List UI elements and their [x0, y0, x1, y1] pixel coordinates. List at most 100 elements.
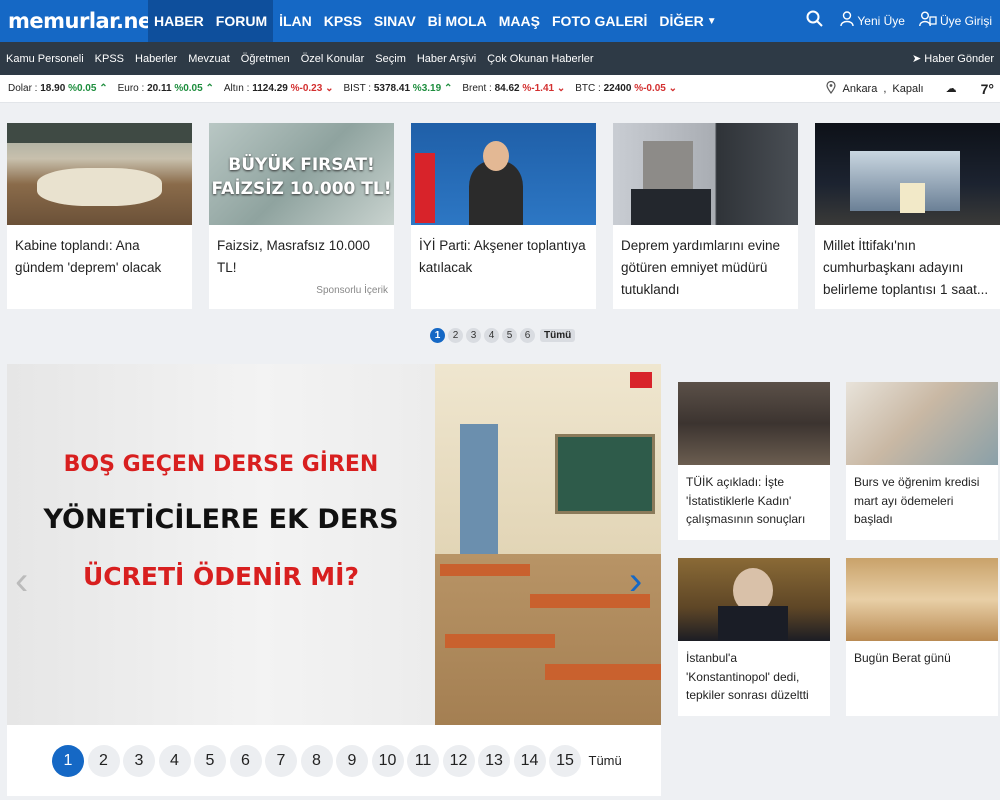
search-icon[interactable]: [806, 10, 824, 32]
page-button[interactable]: 10: [371, 744, 404, 777]
all-pages-button[interactable]: Tümü: [589, 753, 622, 768]
arrow-up-icon: ⌃: [99, 83, 108, 94]
page-button[interactable]: 3: [466, 328, 481, 343]
nav-ilan[interactable]: İLAN: [273, 0, 318, 42]
login-label: Üye Girişi: [939, 14, 992, 28]
subnav-ogretmen[interactable]: Öğretmen: [241, 53, 290, 65]
ticker-euro[interactable]: Euro : 20.11 %0.05 ⌃: [118, 83, 214, 94]
send-news-link[interactable]: ➤ Haber Gönder: [912, 52, 1000, 65]
subnav-cok-okunan[interactable]: Çok Okunan Haberler: [487, 53, 593, 65]
page-button[interactable]: 1: [52, 744, 84, 777]
news-card[interactable]: İYİ Parti: Akşener toplantıya katılacak: [411, 123, 596, 309]
nav-forum[interactable]: FORUM: [209, 0, 274, 42]
nav-sinav[interactable]: SINAV: [368, 0, 422, 42]
ticker-dolar[interactable]: Dolar : 18.90 %0.05 ⌃: [8, 83, 108, 94]
sponsored-label: Sponsorlu İçerik: [316, 285, 388, 296]
subnav-haberler[interactable]: Haberler: [135, 53, 177, 65]
ticker-bist[interactable]: BIST : 5378.41 %3.19 ⌃: [343, 83, 452, 94]
page-button[interactable]: 6: [229, 744, 262, 777]
card-title: Deprem yardımlarını evine götüren emniye…: [621, 238, 781, 297]
news-image-police: [613, 123, 798, 225]
hero-classroom-image: [435, 364, 661, 725]
headline-cards: Kabine toplandı: Ana gündem 'deprem' ola…: [7, 123, 1000, 309]
ticker-change: %0.05: [68, 83, 97, 94]
ticker-btc[interactable]: BTC : 22400 %-0.05 ⌄: [575, 83, 677, 94]
page-button[interactable]: 7: [265, 744, 297, 777]
nav-foto-galeri[interactable]: FOTO GALERİ: [546, 0, 653, 42]
page-button[interactable]: 13: [478, 744, 510, 777]
page-button[interactable]: 6: [520, 328, 535, 343]
ad-line-2: FAİZSİZ 10.000 TL!: [211, 179, 392, 199]
subnav-mevzuat[interactable]: Mevzuat: [188, 53, 230, 65]
weather-condition: Kapalı: [892, 82, 924, 95]
nav-diger[interactable]: DİĞER ▼: [653, 0, 722, 42]
hero-line-3: ÜCRETİ ÖDENİR Mİ?: [83, 562, 359, 591]
send-icon: ➤: [912, 53, 925, 65]
headline-pagination: 1 2 3 4 5 6 Tümü: [430, 328, 576, 343]
nav-bi-mola[interactable]: Bİ MOLA: [422, 0, 493, 42]
news-image-cabinet: [7, 123, 192, 225]
news-image-minister: [678, 558, 830, 641]
hero-line-2: YÖNETİCİLERE EK DERS: [43, 504, 399, 535]
news-image-aksener: [411, 123, 596, 225]
side-news-card[interactable]: Burs ve öğrenim kredisi mart ayı ödemele…: [846, 382, 998, 540]
side-news-title: Bugün Berat günü: [854, 651, 951, 665]
hero-slider[interactable]: BOŞ GEÇEN DERSE GİREN YÖNETİCİLERE EK DE…: [7, 364, 661, 725]
news-card[interactable]: Deprem yardımlarını evine götüren emniye…: [613, 123, 798, 309]
nav-haber[interactable]: HABER: [148, 0, 210, 42]
news-card[interactable]: Kabine toplandı: Ana gündem 'deprem' ola…: [7, 123, 192, 309]
page-button[interactable]: 2: [448, 328, 463, 343]
ticker-value: 18.90: [40, 83, 66, 94]
page-button[interactable]: 11: [407, 744, 439, 777]
ticker-brent[interactable]: Brent : 84.62 %-1.41 ⌄: [462, 83, 565, 94]
ticker-altin[interactable]: Altın : 1124.29 %-0.23 ⌄: [224, 83, 334, 94]
new-member-link[interactable]: Yeni Üye: [840, 11, 905, 31]
subnav-kamu-personeli[interactable]: Kamu Personeli: [6, 53, 84, 65]
slider-prev-arrow-icon[interactable]: ‹: [15, 559, 28, 604]
ticker-name: Euro: [117, 83, 139, 94]
side-news-card[interactable]: Bugün Berat günü: [846, 558, 998, 716]
page-button[interactable]: 3: [123, 744, 155, 777]
subnav-haber-arsivi[interactable]: Haber Arşivi: [417, 53, 476, 65]
page-button[interactable]: 4: [484, 328, 499, 343]
top-navbar: memurlar.net HABER FORUM İLAN KPSS SINAV…: [0, 0, 1000, 42]
news-card[interactable]: Millet İttifakı'nın cumhurbaşkanı adayın…: [815, 123, 1000, 309]
arrow-down-icon: ⌄: [325, 83, 334, 94]
subnav-kpss[interactable]: KPSS: [95, 53, 124, 65]
ticker-change: %0.05: [174, 83, 203, 94]
page-button[interactable]: 9: [336, 744, 368, 777]
page-button[interactable]: 14: [513, 744, 546, 777]
login-link[interactable]: Üye Girişi: [919, 11, 992, 31]
subnav-secim[interactable]: Seçim: [375, 53, 406, 65]
side-news-card[interactable]: İstanbul'a 'Konstantinopol' dedi, tepkil…: [678, 558, 830, 716]
side-news-title: Burs ve öğrenim kredisi mart ayı ödemele…: [854, 475, 980, 526]
weather-widget[interactable]: Ankara, Kapalı ☁ 7°: [826, 80, 1000, 97]
side-news-card[interactable]: TÜİK açıkladı: İşte 'İstatistiklerle Kad…: [678, 382, 830, 540]
subnav-ozel-konular[interactable]: Özel Konular: [301, 53, 365, 65]
page-button[interactable]: 2: [87, 744, 120, 777]
user-icon: [840, 11, 855, 31]
ticker-value: 84.62: [494, 83, 520, 94]
page-button[interactable]: 8: [300, 744, 333, 777]
page-button[interactable]: 5: [502, 328, 517, 343]
all-pages-button[interactable]: Tümü: [540, 329, 576, 342]
nav-kpss[interactable]: KPSS: [318, 0, 368, 42]
market-ticker: Dolar : 18.90 %0.05 ⌃ Euro : 20.11 %0.05…: [0, 75, 1000, 103]
page-button[interactable]: 1: [430, 328, 445, 343]
nav-diger-label: DİĞER: [659, 13, 704, 29]
page-button[interactable]: 4: [158, 744, 191, 777]
page-button[interactable]: 12: [442, 744, 475, 777]
page-button[interactable]: 5: [194, 744, 226, 777]
arrow-down-icon: ⌄: [556, 83, 566, 94]
ticker-name: Dolar: [8, 83, 32, 94]
weather-temp: 7°: [980, 80, 994, 97]
site-logo[interactable]: memurlar.net: [0, 9, 162, 33]
news-card[interactable]: BÜYÜK FIRSAT! FAİZSİZ 10.000 TL! Faizsiz…: [209, 123, 394, 309]
nav-maas[interactable]: MAAŞ: [493, 0, 546, 42]
ticker-name: Brent: [462, 83, 487, 94]
side-news-title: TÜİK açıkladı: İşte 'İstatistiklerle Kad…: [686, 475, 806, 526]
slider-next-arrow-icon[interactable]: ›: [629, 559, 642, 604]
news-image-crowd: [678, 382, 830, 465]
page-button[interactable]: 15: [549, 744, 581, 777]
card-title: İYİ Parti: Akşener toplantıya katılacak: [419, 238, 586, 275]
